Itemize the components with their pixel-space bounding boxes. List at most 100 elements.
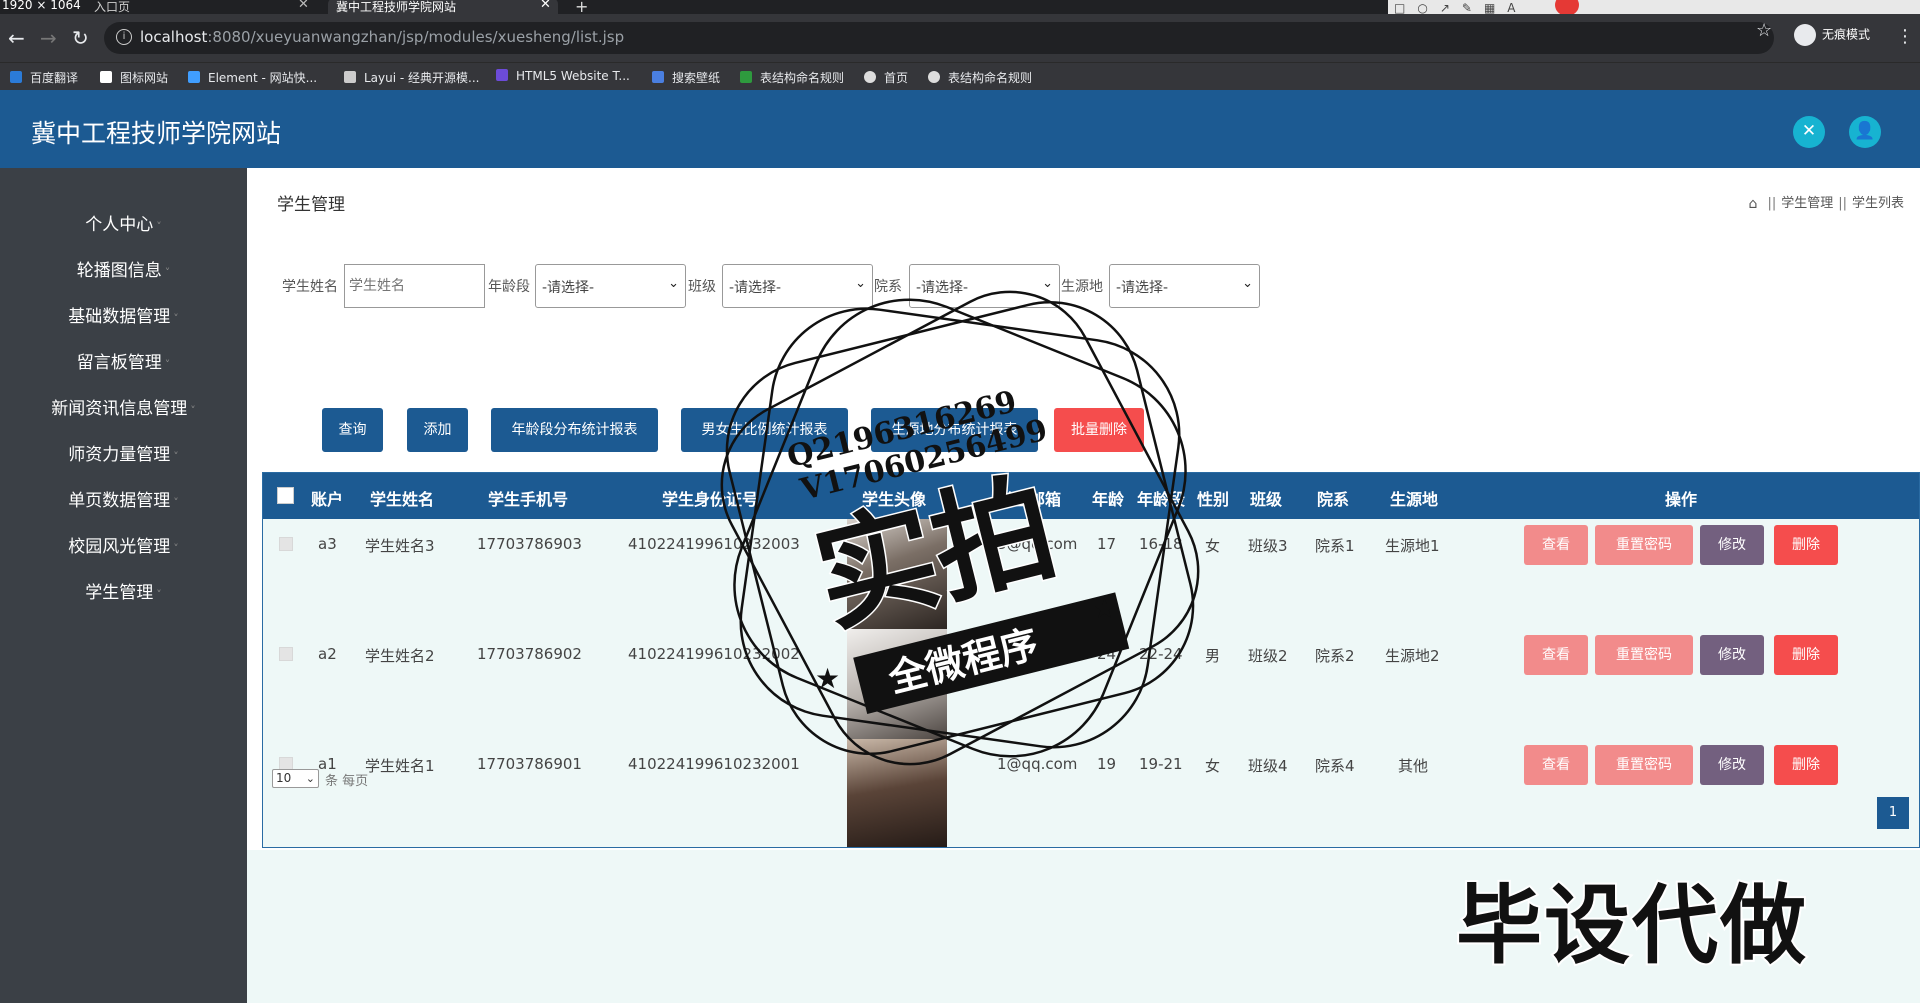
sidebar-item-label: 学生管理	[85, 583, 154, 603]
student-name-input[interactable]	[344, 264, 485, 308]
view-button[interactable]: 查看	[1524, 635, 1588, 675]
dept-select[interactable]: -请选择- ⌄	[909, 264, 1060, 308]
origin-select[interactable]: -请选择- ⌄	[1109, 264, 1260, 308]
chevron-down-icon: ⌄	[1242, 276, 1253, 291]
edit-button[interactable]: 修改	[1700, 635, 1764, 675]
bookmark-item[interactable]: 表结构命名规则	[928, 69, 1032, 86]
delete-button[interactable]: 删除	[1774, 635, 1838, 675]
bookmark-item[interactable]: Layui - 经典开源模...	[344, 69, 479, 86]
sidebar-item-label: 单页数据管理	[68, 491, 171, 511]
cell-age: 17	[1097, 535, 1117, 553]
flag-icon	[100, 71, 112, 83]
reset-password-button[interactable]: 重置密码	[1595, 635, 1693, 675]
sidebar-item-carousel[interactable]: 轮播图信息 ˅	[0, 256, 247, 281]
bookmark-item[interactable]: Element - 网站快...	[188, 69, 317, 86]
batch-delete-button[interactable]: 批量删除	[1054, 408, 1144, 452]
table-header: 账户 学生姓名 学生手机号 学生身份证号 学生头像 学生邮箱 年龄 年龄段 性别…	[263, 473, 1919, 519]
chevron-down-icon: ⌄	[305, 772, 315, 785]
pen-tool-icon[interactable]: ✎	[1462, 1, 1472, 15]
main-content: 学生管理 ⌂||学生管理||学生列表 学生姓名 年龄段 -请选择- ⌄ 班级 -请…	[247, 168, 1920, 1003]
text-tool-icon[interactable]: A	[1507, 1, 1515, 15]
sidebar-item-label: 基础数据管理	[68, 307, 171, 327]
bookmark-icon	[188, 71, 200, 83]
bookmark-item[interactable]: HTML5 Website T...	[496, 69, 630, 83]
sidebar-item-label: 新闻资讯信息管理	[51, 399, 188, 419]
page-title: 学生管理	[277, 195, 345, 215]
cell-name: 学生姓名2	[365, 647, 435, 665]
class-select[interactable]: -请选择- ⌄	[722, 264, 873, 308]
bookmark-item[interactable]: 表结构命名规则	[740, 69, 844, 86]
incognito-indicator[interactable]: 无痕模式	[1794, 24, 1870, 52]
view-button[interactable]: 查看	[1524, 525, 1588, 565]
cell-id-card: 410224199610232003	[628, 535, 800, 553]
chevron-down-icon: ⌄	[855, 276, 866, 291]
origin-report-button[interactable]: 生源地分布统计报表	[871, 408, 1038, 452]
cell-class: 班级2	[1248, 647, 1288, 665]
cell-age-range: 22-24	[1139, 645, 1183, 663]
circle-tool-icon[interactable]: ○	[1417, 1, 1427, 15]
sidebar-item-news[interactable]: 新闻资讯信息管理 ˅	[0, 394, 247, 419]
search-button[interactable]: 查询	[322, 408, 383, 452]
sidebar-item-campus[interactable]: 校园风光管理 ˅	[0, 532, 247, 557]
age-filter-label: 年龄段	[488, 279, 530, 295]
arrow-tool-icon[interactable]: ↗	[1440, 1, 1450, 15]
page-button-current[interactable]: 1	[1877, 797, 1909, 829]
mosaic-tool-icon[interactable]: ▦	[1484, 1, 1495, 15]
select-all-checkbox[interactable]	[277, 487, 294, 504]
page-size-select[interactable]: 10 ⌄	[272, 769, 319, 788]
select-value: -请选择-	[729, 280, 782, 296]
bookmark-label: HTML5 Website T...	[516, 69, 630, 83]
browser-tab-active[interactable]: 冀中工程技师学院网站	[328, 0, 558, 14]
bookmark-star-icon[interactable]: ☆	[1756, 20, 1772, 41]
bookmark-icon	[652, 71, 664, 83]
sidebar-item-label: 师资力量管理	[68, 445, 171, 465]
age-range-select[interactable]: -请选择- ⌄	[535, 264, 686, 308]
gender-report-button[interactable]: 男女生比例统计报表	[681, 408, 848, 452]
close-tab-icon[interactable]: ✕	[298, 0, 309, 12]
sidebar-item-students[interactable]: 学生管理 ˅	[0, 578, 247, 603]
cell-name: 学生姓名1	[365, 757, 435, 775]
cell-phone: 17703786903	[477, 535, 582, 553]
reload-icon[interactable]: ↻	[72, 26, 89, 50]
site-header: 冀中工程技师学院网站 ✕ 👤	[0, 90, 1920, 168]
sidebar-item-label: 个人中心	[85, 215, 154, 235]
row-checkbox[interactable]	[279, 647, 293, 661]
back-icon[interactable]: ←	[8, 26, 25, 50]
rect-tool-icon[interactable]: □	[1394, 1, 1405, 15]
edit-button[interactable]: 修改	[1700, 745, 1764, 785]
menu-kebab-icon[interactable]: ⋮	[1896, 26, 1914, 47]
sidebar-item-profile[interactable]: 个人中心 ˅	[0, 210, 247, 235]
col-header: 年龄段	[1137, 490, 1186, 509]
browser-tab[interactable]: 入口页	[94, 0, 130, 14]
forward-icon[interactable]: →	[40, 26, 57, 50]
reset-password-button[interactable]: 重置密码	[1595, 745, 1693, 785]
row-checkbox[interactable]	[279, 537, 293, 551]
url-field[interactable]: i localhost:8080/xueyuanwangzhan/jsp/mod…	[104, 22, 1774, 54]
select-value: -请选择-	[1116, 280, 1169, 296]
add-button[interactable]: 添加	[407, 408, 468, 452]
breadcrumb-item[interactable]: 学生管理	[1781, 196, 1833, 211]
bookmarks-bar: 百度翻译 图标网站 Element - 网站快... Layui - 经典开源模…	[0, 62, 1920, 90]
bookmark-item[interactable]: 搜索壁纸	[652, 69, 720, 86]
delete-button[interactable]: 删除	[1774, 745, 1838, 785]
age-report-button[interactable]: 年龄段分布统计报表	[491, 408, 658, 452]
close-tab-icon[interactable]: ✕	[540, 0, 551, 12]
chevron-down-icon: ˅	[173, 450, 179, 463]
breadcrumb: ⌂ || 学生管理 || 学生列表	[1748, 196, 1904, 212]
sidebar-item-single-page[interactable]: 单页数据管理 ˅	[0, 486, 247, 511]
delete-button[interactable]: 删除	[1774, 525, 1838, 565]
view-button[interactable]: 查看	[1524, 745, 1588, 785]
user-icon[interactable]: 👤	[1849, 116, 1881, 148]
site-info-icon[interactable]: i	[116, 29, 132, 45]
edit-button[interactable]: 修改	[1700, 525, 1764, 565]
reset-password-button[interactable]: 重置密码	[1595, 525, 1693, 565]
home-icon[interactable]: ⌂	[1748, 197, 1762, 211]
sidebar-item-base-data[interactable]: 基础数据管理 ˅	[0, 302, 247, 327]
bookmark-item[interactable]: 首页	[864, 69, 908, 86]
sidebar-item-messages[interactable]: 留言板管理 ˅	[0, 348, 247, 373]
bookmark-item[interactable]: 图标网站	[100, 69, 168, 86]
col-header: 账户	[311, 490, 344, 509]
sidebar-item-faculty[interactable]: 师资力量管理 ˅	[0, 440, 247, 465]
bookmark-item[interactable]: 百度翻译	[10, 69, 78, 86]
fullscreen-icon[interactable]: ✕	[1793, 116, 1825, 148]
